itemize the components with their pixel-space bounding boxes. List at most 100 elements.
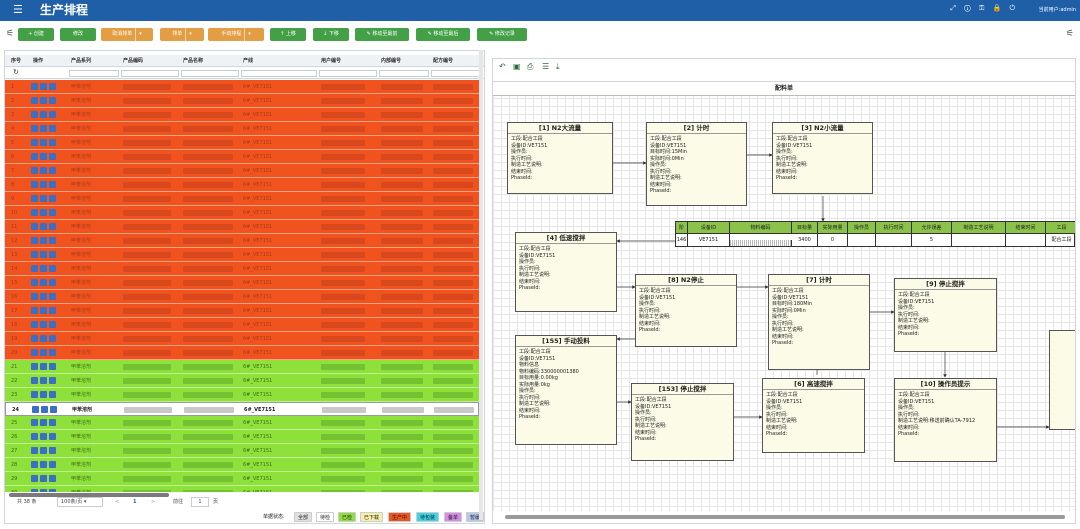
row-list-icon[interactable] — [49, 447, 56, 454]
row-list-icon[interactable] — [49, 195, 56, 202]
top-icons[interactable]: ⤢ ⓘ ⚿ 🔒 ⏻ — [950, 4, 1018, 13]
row-edit-icon[interactable] — [40, 279, 47, 286]
row-list-icon[interactable] — [49, 111, 56, 118]
row-view-icon[interactable] — [31, 363, 38, 370]
table-row[interactable]: 15 甲苯溶剂 6#_VE7151 — [5, 276, 479, 290]
row-view-icon[interactable] — [31, 265, 38, 272]
flow-node[interactable]: [3] N2小流量 工段:配合工段 设备ID:VE7151 操作员: 执行时间: 制造工艺… — [772, 122, 873, 194]
row-edit-icon[interactable] — [40, 335, 47, 342]
flow-node[interactable]: [8] N2停止 工段:配合工段 设备ID:VE7151 操作员: 执行时间: 制造工艺说… — [635, 274, 737, 347]
filter-input[interactable] — [241, 70, 317, 77]
row-edit-icon[interactable] — [40, 321, 47, 328]
download-icon[interactable]: ⤓ — [556, 62, 560, 72]
row-edit-icon[interactable] — [40, 209, 47, 216]
row-edit-icon[interactable] — [40, 97, 47, 104]
row-view-icon[interactable] — [32, 406, 39, 413]
table-row[interactable]: 14 甲苯溶剂 6#_VE7151 — [5, 262, 479, 276]
row-list-icon[interactable] — [49, 433, 56, 440]
goto-input[interactable]: 1 — [191, 497, 209, 507]
table-row[interactable]: 20 甲苯溶剂 6#_VE7151 — [5, 346, 479, 360]
filter-input[interactable] — [181, 70, 239, 77]
table-row[interactable]: 3 甲苯溶剂 6#_VE7151 — [5, 108, 479, 122]
flow-node-partial[interactable] — [1049, 330, 1075, 430]
filter-input[interactable] — [379, 70, 429, 77]
row-edit-icon[interactable] — [40, 307, 47, 314]
row-edit-icon[interactable] — [40, 475, 47, 482]
row-list-icon[interactable] — [50, 406, 57, 413]
row-list-icon[interactable] — [49, 279, 56, 286]
row-view-icon[interactable] — [31, 97, 38, 104]
page-size-select[interactable]: 100条/页 ▾ — [57, 497, 103, 507]
row-view-icon[interactable] — [31, 237, 38, 244]
table-row[interactable]: 30 甲苯溶剂 6#_VE7151 — [5, 486, 479, 492]
row-view-icon[interactable] — [31, 489, 38, 492]
table-row[interactable]: 29 甲苯溶剂 6#_VE7151 — [5, 472, 479, 486]
move-up-button[interactable]: ↑ 上移 — [270, 28, 306, 41]
row-edit-icon[interactable] — [40, 111, 47, 118]
flow-node[interactable]: [7] 计时 工段:配合工段 设备ID:VE7151 目标时间:180Min 实际时间:… — [768, 274, 870, 370]
row-view-icon[interactable] — [31, 209, 38, 216]
table-row[interactable]: 2 甲苯溶剂 6#_VE7151 — [5, 94, 479, 108]
table-row[interactable]: 7 甲苯溶剂 6#_VE7151 — [5, 164, 479, 178]
row-edit-icon[interactable] — [40, 489, 47, 492]
create-button[interactable]: + 创建 — [18, 28, 54, 41]
row-list-icon[interactable] — [49, 139, 56, 146]
table-row[interactable]: 6 甲苯溶剂 6#_VE7151 — [5, 150, 479, 164]
row-edit-icon[interactable] — [40, 125, 47, 132]
filter-input[interactable] — [431, 70, 481, 77]
col-header[interactable]: 产品名称 — [181, 55, 239, 67]
col-header[interactable]: 产品系列 — [69, 55, 119, 67]
row-edit-icon[interactable] — [40, 251, 47, 258]
row-view-icon[interactable] — [31, 139, 38, 146]
row-list-icon[interactable] — [49, 391, 56, 398]
table-row[interactable]: 18 甲苯溶剂 6#_VE7151 — [5, 318, 479, 332]
filter-input[interactable] — [121, 70, 179, 77]
row-view-icon[interactable] — [31, 475, 38, 482]
flow-node[interactable]: [10] 操作员提示 工段:配合工段 设备ID:VE7151 操作员: 执行时间: 制造工… — [894, 378, 997, 462]
row-list-icon[interactable] — [49, 475, 56, 482]
row-view-icon[interactable] — [31, 419, 38, 426]
legend-badge[interactable]: 已检 — [338, 512, 357, 522]
filter-input[interactable] — [69, 70, 119, 77]
table-row[interactable]: 10 甲苯溶剂 6#_VE7151 — [5, 206, 479, 220]
row-view-icon[interactable] — [31, 125, 38, 132]
row-list-icon[interactable] — [49, 209, 56, 216]
row-edit-icon[interactable] — [40, 237, 47, 244]
row-list-icon[interactable] — [49, 251, 56, 258]
row-view-icon[interactable] — [31, 447, 38, 454]
row-edit-icon[interactable] — [40, 265, 47, 272]
row-list-icon[interactable] — [49, 153, 56, 160]
row-list-icon[interactable] — [49, 377, 56, 384]
row-edit-icon[interactable] — [40, 461, 47, 468]
col-header[interactable]: 内部编号 — [379, 55, 429, 67]
table-row[interactable]: 23 甲苯溶剂 6#_VE7151 — [5, 388, 479, 402]
save-icon[interactable]: ▣ — [513, 62, 521, 71]
row-view-icon[interactable] — [31, 335, 38, 342]
vertical-scrollbar[interactable] — [479, 50, 483, 520]
row-list-icon[interactable] — [49, 349, 56, 356]
row-view-icon[interactable] — [31, 349, 38, 356]
flow-canvas[interactable]: 配料单 [1] N2大流量 工段:配合工段 设备ID:VE7151 操作员: 执行时间:… — [493, 81, 1075, 511]
col-header[interactable]: 序号 — [9, 55, 29, 67]
move-to-front-button[interactable]: ✎ 移动至最前 — [355, 28, 409, 41]
table-row[interactable]: 8 甲苯溶剂 6#_VE7151 — [5, 178, 479, 192]
legend-badge[interactable]: 全部 — [294, 512, 313, 522]
flow-node[interactable]: [9] 停止搅拌 工段:配合工段 设备ID:VE7151 操作员: 执行时间: 制造工艺说… — [894, 278, 997, 352]
row-edit-icon[interactable] — [41, 406, 48, 413]
table-row[interactable]: 25 甲苯溶剂 6#_VE7151 — [5, 416, 479, 430]
legend-badge[interactable]: 已下载 — [360, 512, 384, 522]
row-list-icon[interactable] — [49, 293, 56, 300]
row-edit-icon[interactable] — [40, 377, 47, 384]
row-list-icon[interactable] — [49, 223, 56, 230]
col-header[interactable]: 用户编号 — [319, 55, 377, 67]
manual-schedule-dropdown[interactable]: 手动排程 ▾ — [208, 28, 264, 41]
row-list-icon[interactable] — [49, 363, 56, 370]
undo-icon[interactable]: ↶ — [499, 62, 506, 71]
row-list-icon[interactable] — [49, 167, 56, 174]
canvas-scrollbar[interactable] — [505, 515, 1065, 519]
settings-icon[interactable]: ⚟ — [1066, 29, 1074, 39]
legend-badge[interactable]: 待检 — [316, 512, 335, 522]
table-row[interactable]: 27 甲苯溶剂 6#_VE7151 — [5, 444, 479, 458]
table-row[interactable]: 12 甲苯溶剂 6#_VE7151 — [5, 234, 479, 248]
table-row[interactable]: 28 甲苯溶剂 6#_VE7151 — [5, 458, 479, 472]
